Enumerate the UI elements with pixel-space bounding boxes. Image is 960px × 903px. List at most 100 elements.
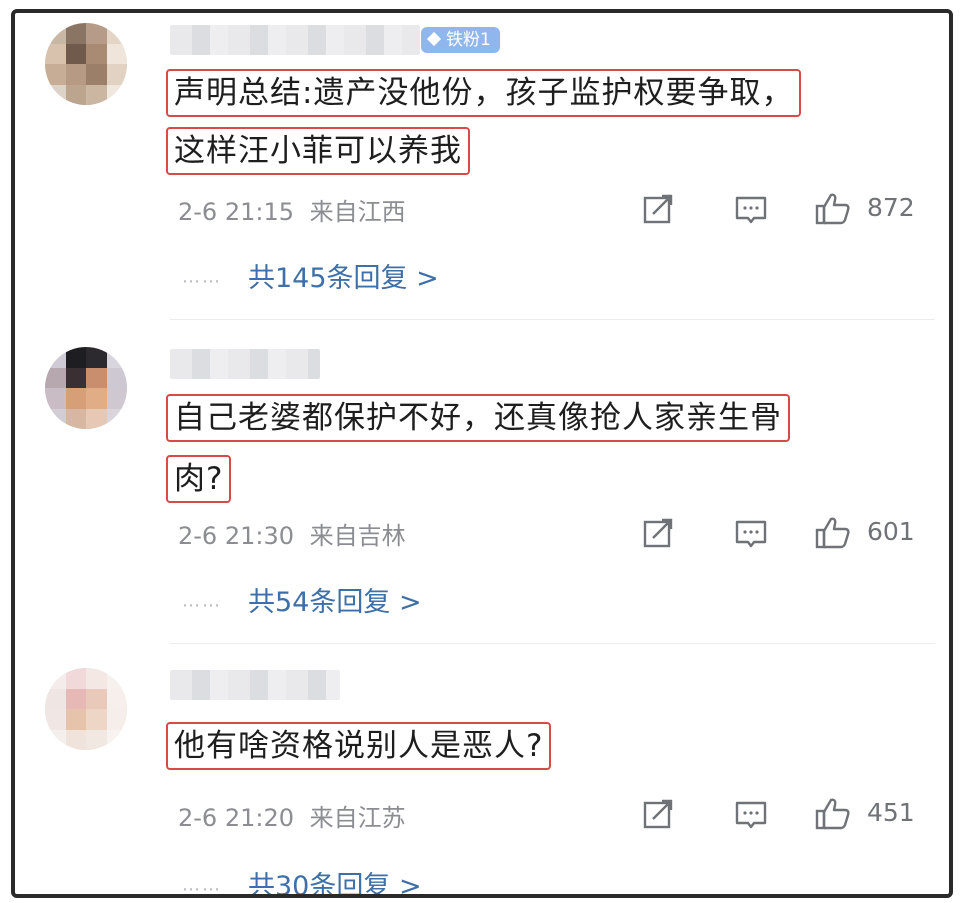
avatar-pixel — [86, 668, 107, 689]
avatar-pixel — [45, 367, 66, 388]
like-count: 872 — [867, 193, 915, 222]
avatar-pixel — [65, 729, 86, 750]
avatar-pixel — [45, 388, 66, 409]
avatar-pixel — [106, 64, 127, 85]
avatar-pixel — [65, 347, 86, 368]
avatar-pixel — [65, 388, 86, 409]
comment-text-line: 声明总结:遗产没他份，孩子监护权要争取， — [166, 69, 802, 117]
fan-badge[interactable]: 铁粉1 — [421, 27, 500, 53]
avatar-pixel — [106, 709, 127, 730]
avatar-pixel — [86, 64, 107, 85]
screenshot-frame: 铁粉1 声明总结:遗产没他份，孩子监护权要争取， 这样汪小菲可以养我 2-6 2… — [11, 9, 953, 898]
view-replies-link[interactable]: ⋯⋯ 共54条回复 > — [182, 580, 422, 619]
avatar-pixel — [65, 709, 86, 730]
comment-icon[interactable] — [731, 189, 771, 229]
like-thumb-icon[interactable] — [813, 513, 853, 553]
avatar-pixel — [106, 367, 127, 388]
comment-meta: 2-6 21:20 来自江苏 — [178, 798, 406, 833]
view-replies-link[interactable]: ⋯⋯ 共145条回复 > — [182, 256, 439, 295]
avatar-pixel — [106, 84, 127, 105]
avatar-pixel — [86, 23, 107, 44]
comment-icon[interactable] — [731, 513, 771, 553]
like-count: 601 — [867, 517, 915, 546]
avatar-pixel — [45, 668, 66, 689]
view-replies-link[interactable]: ⋯⋯ 共30条回复 > — [182, 864, 422, 898]
avatar-pixel — [106, 388, 127, 409]
avatar-pixel — [106, 408, 127, 429]
avatar-pixel — [106, 347, 127, 368]
username-blurred[interactable] — [170, 25, 420, 55]
comment-actions: 601 — [635, 513, 935, 553]
avatar-pixel — [65, 367, 86, 388]
avatar-pixel — [65, 23, 86, 44]
avatar-pixel — [86, 43, 107, 64]
comment-text-line: 这样汪小菲可以养我 — [166, 127, 470, 175]
ellipsis-dots: ⋯⋯ — [182, 879, 222, 898]
comment-location: 来自吉林 — [309, 522, 406, 550]
avatar-pixel — [106, 43, 127, 64]
like-thumb-icon[interactable] — [813, 794, 853, 834]
avatar-pixel — [65, 668, 86, 689]
avatar-pixel — [65, 64, 86, 85]
avatar-pixel — [86, 688, 107, 709]
replies-label: 共54条回复 > — [248, 587, 422, 618]
comment-meta: 2-6 21:30 来自吉林 — [178, 516, 406, 551]
comment-text-line: 肉? — [166, 455, 232, 503]
comment-icon[interactable] — [731, 794, 771, 834]
username-blurred[interactable] — [170, 349, 320, 379]
avatar[interactable] — [45, 347, 127, 429]
avatar-pixel — [106, 23, 127, 44]
share-icon[interactable] — [638, 794, 678, 834]
avatar-pixel — [86, 347, 107, 368]
avatar-pixel — [45, 84, 66, 105]
avatar-pixel — [45, 43, 66, 64]
avatar-pixel — [45, 709, 66, 730]
avatar-pixel — [45, 408, 66, 429]
avatar-pixel — [65, 688, 86, 709]
like-thumb-icon[interactable] — [813, 189, 853, 229]
comment-location: 来自江苏 — [309, 804, 406, 832]
comment-text-line: 他有啥资格说别人是恶人? — [166, 722, 552, 770]
comment-time: 2-6 21:30 — [178, 522, 294, 550]
avatar[interactable] — [45, 23, 127, 105]
divider — [170, 643, 935, 644]
comment-actions: 451 — [635, 794, 935, 834]
ellipsis-dots: ⋯⋯ — [182, 271, 222, 292]
ellipsis-dots: ⋯⋯ — [182, 595, 222, 616]
avatar-pixel — [45, 688, 66, 709]
divider — [170, 319, 935, 320]
avatar-mosaic — [45, 668, 127, 750]
like-count: 451 — [867, 798, 915, 827]
avatar-mosaic — [45, 347, 127, 429]
avatar-pixel — [86, 408, 107, 429]
fan-badge-label: 铁粉1 — [446, 30, 491, 50]
avatar-pixel — [45, 23, 66, 44]
comment-time: 2-6 21:15 — [178, 198, 294, 226]
avatar-pixel — [65, 43, 86, 64]
avatar-mosaic — [45, 23, 127, 105]
username-blurred[interactable] — [170, 670, 340, 700]
avatar-pixel — [86, 84, 107, 105]
avatar-pixel — [45, 347, 66, 368]
avatar-pixel — [106, 688, 127, 709]
avatar-pixel — [65, 84, 86, 105]
diamond-icon — [426, 31, 442, 47]
share-icon[interactable] — [638, 513, 678, 553]
replies-label: 共145条回复 > — [248, 263, 439, 294]
avatar-pixel — [86, 367, 107, 388]
avatar-pixel — [45, 64, 66, 85]
avatar-pixel — [65, 408, 86, 429]
comment-actions: 872 — [635, 189, 935, 229]
comment-text-line: 自己老婆都保护不好，还真像抢人家亲生骨 — [166, 394, 790, 442]
comment-location: 来自江西 — [309, 198, 406, 226]
avatar-pixel — [86, 729, 107, 750]
avatar-pixel — [106, 668, 127, 689]
comment-meta: 2-6 21:15 来自江西 — [178, 192, 406, 227]
avatar-pixel — [45, 729, 66, 750]
comment-time: 2-6 21:20 — [178, 804, 294, 832]
avatar-pixel — [86, 709, 107, 730]
avatar-pixel — [106, 729, 127, 750]
share-icon[interactable] — [638, 189, 678, 229]
avatar[interactable] — [45, 668, 127, 750]
replies-label: 共30条回复 > — [248, 871, 422, 898]
